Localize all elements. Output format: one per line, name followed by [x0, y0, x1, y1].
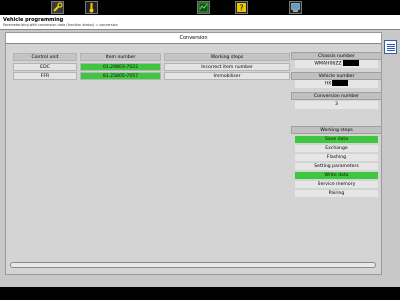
col-header-item-number: Item number	[80, 53, 161, 61]
step-write-data[interactable]: Write data	[295, 172, 378, 179]
chassis-number-value: WMAH06ZZ	[295, 60, 378, 68]
thermometer-icon	[89, 3, 94, 13]
measurement-icon	[198, 2, 209, 13]
step-setting-parameters[interactable]: Setting parameters	[295, 163, 378, 170]
progress-bar	[10, 262, 376, 268]
redaction-bar	[332, 80, 349, 86]
page-subtitle: Parameterizing with conversion data (fun…	[3, 23, 118, 27]
step-pairing[interactable]: Pairing	[295, 190, 378, 197]
chassis-number-label: Chassis number	[291, 52, 382, 60]
conversion-number-value: 3	[295, 101, 378, 109]
toolbar-button-1[interactable]	[51, 1, 64, 14]
svg-text:?: ?	[239, 4, 243, 13]
control-unit-cell: EDC	[13, 63, 77, 71]
vehicle-number-value: HX	[295, 80, 378, 88]
working-step-cell: Immobiliser	[164, 72, 290, 80]
toolbar-button-5[interactable]	[289, 1, 302, 14]
step-save-data[interactable]: Save data	[295, 136, 378, 143]
toolbar-button-3[interactable]	[197, 1, 210, 14]
panel-title: Conversion	[6, 33, 381, 44]
working-steps-label: Working steps	[291, 126, 382, 134]
step-exchange[interactable]: Exchange	[295, 145, 378, 152]
computer-icon	[291, 3, 300, 12]
vehicle-number-text: HX	[324, 81, 332, 87]
item-number-cell: 81.25805-7057	[80, 72, 161, 80]
col-header-working-steps: Working steps	[164, 53, 290, 61]
vehicle-number-label: Vehicle number	[291, 72, 382, 80]
page-header: Vehicle programming Parameterizing with …	[0, 15, 400, 30]
step-service-memory[interactable]: Service memory	[295, 181, 378, 188]
list-view-button[interactable]	[384, 40, 397, 54]
status-bar	[0, 287, 400, 300]
conversion-panel: Conversion Control unit Item number Work…	[5, 32, 382, 275]
wrench-icon	[53, 2, 63, 12]
toolbar-button-4[interactable]: ?	[235, 1, 248, 14]
toolbar: ?	[0, 0, 400, 15]
toolbar-button-2[interactable]	[85, 1, 98, 14]
control-unit-cell: FFR	[13, 72, 77, 80]
chassis-number-text: WMAH06ZZ	[314, 61, 342, 67]
conversion-number-label: Conversion number	[291, 92, 382, 100]
col-header-control-unit: Control unit	[13, 53, 77, 61]
redaction-bar	[342, 60, 359, 66]
step-flashing[interactable]: Flashing	[295, 154, 378, 161]
working-step-cell: Incorrect item number	[164, 63, 290, 71]
item-number-cell: 01.29803-7022	[80, 63, 161, 71]
help-icon: ?	[237, 3, 246, 13]
